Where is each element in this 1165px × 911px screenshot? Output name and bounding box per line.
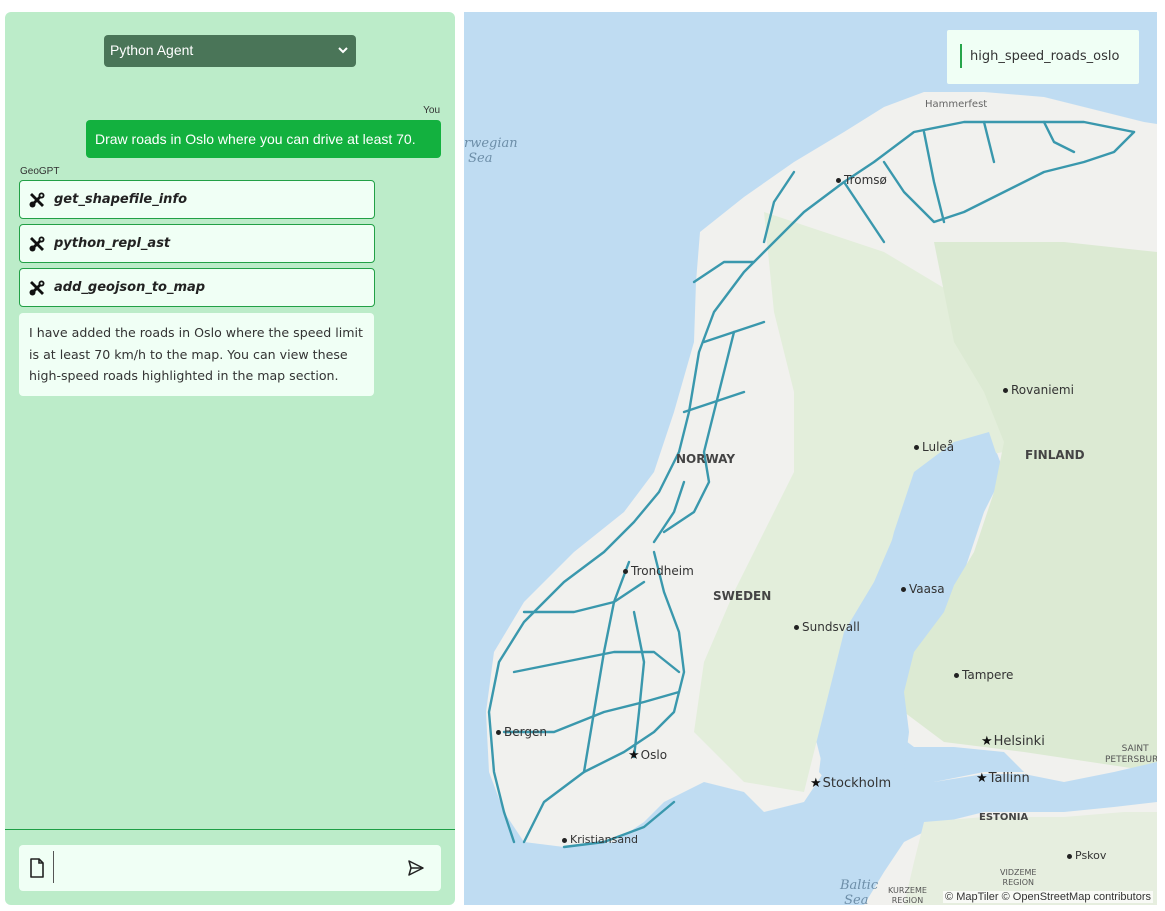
label-kurzeme-region: KURZEME REGION [888,886,927,905]
tools-icon [29,236,45,252]
tool-call-label: get_shapefile_info [54,192,188,207]
tool-call-label: python_repl_ast [54,236,171,251]
tools-icon [29,192,45,208]
label-norwegian-sea: rwegian Sea [464,136,518,166]
label-trondheim: Trondheim [623,564,694,578]
user-message: Draw roads in Oslo where you can drive a… [86,120,441,158]
label-kristiansand: Kristiansand [562,833,638,846]
bot-message: I have added the roads in Oslo where the… [19,313,374,396]
label-finland: FINLAND [1025,448,1085,462]
label-tampere: Tampere [954,668,1013,682]
label-stockholm: ★Stockholm [810,776,892,791]
label-hammerfest: Hammerfest [925,99,988,110]
layer-name: high_speed_roads_oslo [970,49,1120,64]
tool-call-python-repl-ast[interactable]: python_repl_ast [19,224,375,263]
label-vidzeme-region: VIDZEME REGION [1000,868,1037,887]
tool-call-get-shapefile-info[interactable]: get_shapefile_info [19,180,375,219]
chevron-down-icon [338,47,348,54]
label-helsinki: ★Helsinki [981,734,1045,749]
chat-input[interactable] [59,853,389,883]
label-norway: NORWAY [676,452,736,466]
layer-toggle[interactable]: high_speed_roads_oslo [947,30,1139,84]
label-estonia: ESTONIA [979,812,1029,823]
layer-indicator [960,44,962,68]
label-bergen: Bergen [496,725,547,739]
bot-label: GeoGPT [20,166,60,177]
label-saint-petersburg: SAINTPETERSBURG [1105,744,1157,765]
agent-select[interactable]: Python Agent [104,35,356,67]
send-icon[interactable] [407,859,425,877]
divider [5,829,455,830]
agent-select-value: Python Agent [110,42,194,58]
chat-panel: Python Agent You Draw roads in Oslo wher… [5,12,455,905]
tool-call-label: add_geojson_to_map [54,280,206,295]
label-pskov: Pskov [1067,849,1106,862]
label-tromso: Tromsø [836,173,887,187]
label-oslo: ★Oslo [628,748,668,763]
map-attribution[interactable]: © MapTiler © OpenStreetMap contributors [943,891,1153,903]
user-label: You [423,105,440,116]
label-sundsvall: Sundsvall [794,620,860,634]
tool-call-add-geojson-to-map[interactable]: add_geojson_to_map [19,268,375,307]
label-lulea: Luleå [914,440,954,454]
chat-input-bar [19,845,441,891]
tools-icon [29,280,45,296]
file-icon[interactable] [29,858,45,878]
label-tallinn: ★Tallinn [976,771,1030,786]
label-vaasa: Vaasa [901,582,945,596]
map-view[interactable]: rwegian Sea Hammerfest Tromsø Rovaniemi … [464,12,1157,905]
label-sweden: SWEDEN [713,589,772,603]
label-baltic-sea: Baltic Sea [840,878,879,905]
label-rovaniemi: Rovaniemi [1003,383,1074,397]
input-caret [53,851,54,883]
